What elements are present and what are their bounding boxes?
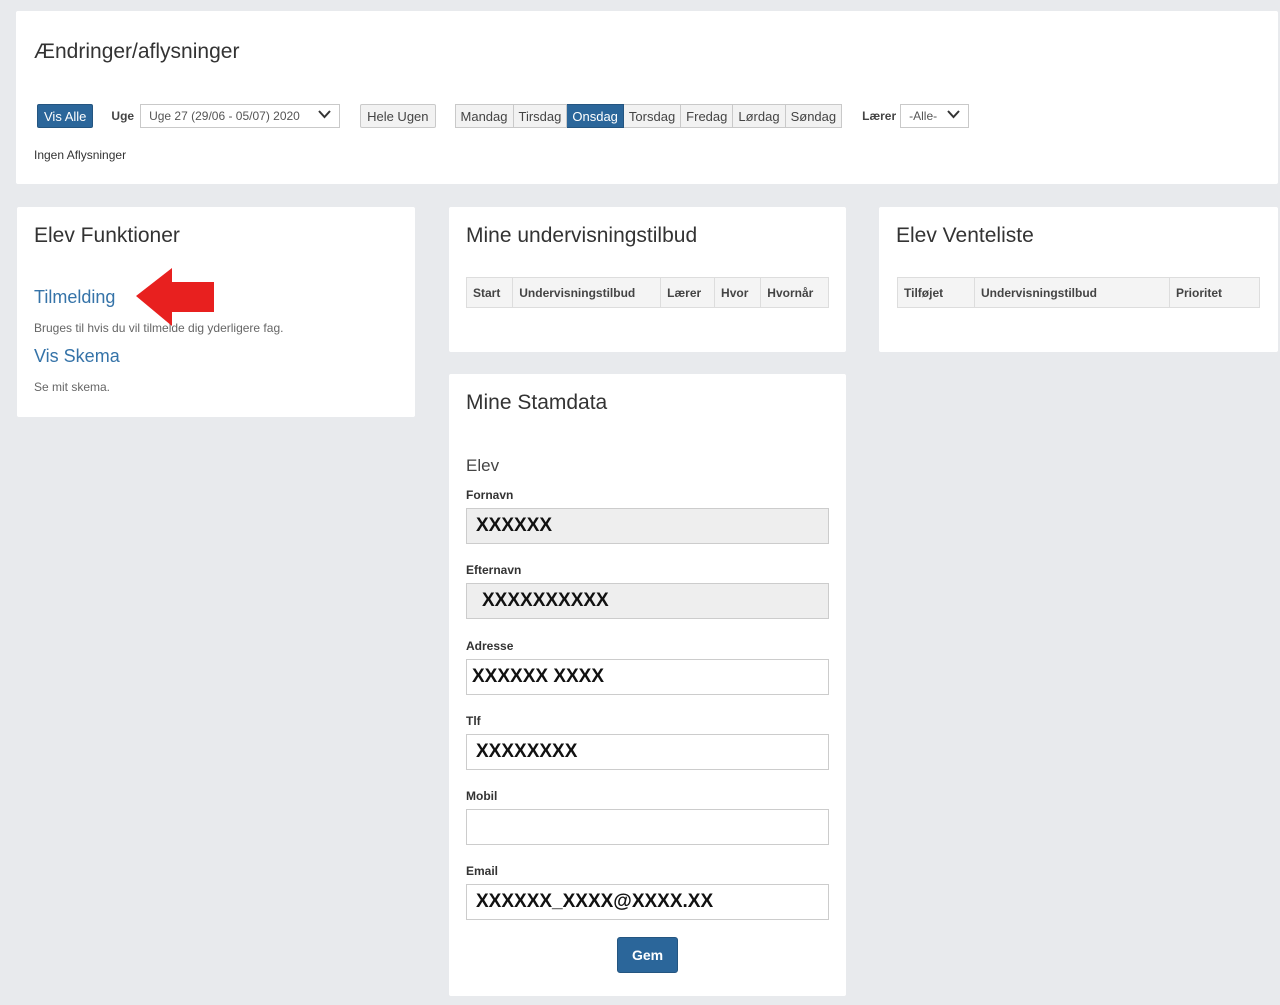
- table-header-row: Tilføjet Undervisningstilbud Prioritet: [897, 277, 1260, 308]
- fornavn-label: Fornavn: [466, 488, 514, 502]
- uge-select-value: Uge 27 (29/06 - 05/07) 2020: [149, 109, 300, 123]
- courses-title: Mine undervisningstilbud: [466, 224, 698, 247]
- changes-title: Ændringer/aflysninger: [34, 40, 240, 63]
- column-header[interactable]: Undervisningstilbud: [512, 277, 662, 308]
- adresse-label: Adresse: [466, 639, 514, 653]
- table-header-row: Start Undervisningstilbud Lærer Hvor Hvo…: [465, 277, 829, 308]
- waitlist-table: Tilføjet Undervisningstilbud Prioritet: [897, 277, 1260, 308]
- section-title-elev: Elev: [466, 456, 500, 475]
- courses-panel: Mine undervisningstilbud Start Undervisn…: [449, 207, 846, 352]
- student-functions-panel: Elev Funktioner Tilmelding Bruges til hv…: [17, 207, 415, 417]
- hele-ugen-button[interactable]: Hele Ugen: [360, 104, 436, 128]
- column-header[interactable]: Prioritet: [1169, 277, 1260, 308]
- save-button[interactable]: Gem: [617, 937, 678, 973]
- day-lordag-button[interactable]: Lørdag: [733, 104, 786, 128]
- day-tirsdag-button[interactable]: Tirsdag: [513, 104, 568, 128]
- mobil-field[interactable]: [466, 809, 829, 845]
- courses-table: Start Undervisningstilbud Lærer Hvor Hvo…: [465, 277, 829, 308]
- waitlist-panel: Elev Venteliste Tilføjet Undervisningsti…: [879, 207, 1278, 352]
- column-header[interactable]: Start: [465, 277, 514, 308]
- column-header[interactable]: Tilføjet: [897, 277, 975, 308]
- email-field[interactable]: XXXXXX_XXXX@XXXX.XX: [466, 884, 829, 920]
- column-header[interactable]: Undervisningstilbud: [974, 277, 1170, 308]
- status-text: Ingen Aflysninger: [34, 148, 127, 162]
- day-mandag-button[interactable]: Mandag: [454, 104, 514, 128]
- chevron-down-icon: [318, 110, 331, 122]
- mobil-label: Mobil: [466, 789, 498, 803]
- laerer-select[interactable]: -Alle-: [900, 104, 970, 128]
- vis-skema-link[interactable]: Vis Skema: [34, 346, 120, 367]
- column-header[interactable]: Hvor: [714, 277, 762, 308]
- day-selector: Mandag Tirsdag Onsdag Torsdag Fredag Lør…: [454, 104, 843, 128]
- day-fredag-button[interactable]: Fredag: [681, 104, 734, 128]
- uge-select[interactable]: Uge 27 (29/06 - 05/07) 2020: [140, 104, 341, 128]
- vis-skema-description: Se mit skema.: [34, 380, 111, 394]
- red-arrow-icon: [136, 268, 214, 326]
- changes-panel: Ændringer/aflysninger Vis Alle Uge Uge 2…: [16, 11, 1278, 184]
- laerer-select-value: -Alle-: [909, 109, 938, 123]
- tlf-field[interactable]: XXXXXXXX: [466, 734, 829, 770]
- column-header[interactable]: Hvornår: [760, 277, 829, 308]
- efternavn-field[interactable]: XXXXXXXXXX: [466, 583, 829, 619]
- day-sondag-button[interactable]: Søndag: [785, 104, 843, 128]
- tlf-label: Tlf: [466, 714, 481, 728]
- adresse-field[interactable]: XXXXXX XXXX: [466, 659, 829, 695]
- uge-label: Uge: [111, 109, 135, 123]
- fornavn-field[interactable]: XXXXXX: [466, 508, 829, 544]
- master-data-title: Mine Stamdata: [466, 391, 608, 414]
- tilmelding-link[interactable]: Tilmelding: [34, 287, 115, 308]
- chevron-down-icon: [947, 110, 960, 122]
- filter-row: Vis Alle Uge Uge 27 (29/06 - 05/07) 2020…: [37, 103, 970, 129]
- laerer-label: Lærer: [862, 109, 897, 123]
- vis-alle-button[interactable]: Vis Alle: [37, 104, 94, 128]
- waitlist-title: Elev Venteliste: [896, 224, 1034, 247]
- column-header[interactable]: Lærer: [660, 277, 716, 308]
- efternavn-label: Efternavn: [466, 563, 522, 577]
- student-functions-title: Elev Funktioner: [34, 224, 180, 247]
- day-onsdag-button[interactable]: Onsdag: [567, 104, 624, 128]
- master-data-panel: Mine Stamdata Elev Fornavn XXXXXX Eftern…: [449, 374, 846, 996]
- day-torsdag-button[interactable]: Torsdag: [623, 104, 682, 128]
- email-label: Email: [466, 864, 499, 878]
